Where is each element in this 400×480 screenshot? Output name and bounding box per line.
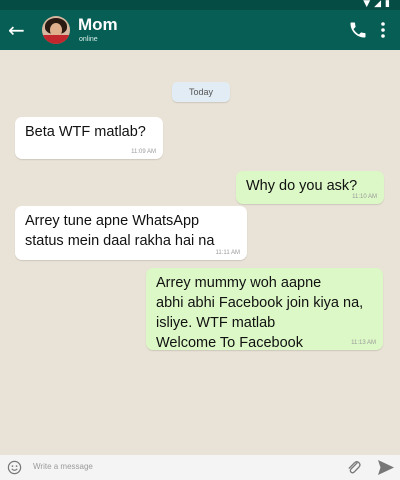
message-input-bar: Write a message: [0, 455, 400, 480]
message-text: Welcome To Facebook: [156, 335, 303, 351]
more-vertical-icon[interactable]: [377, 20, 389, 40]
message-bubble[interactable]: Beta WTF matlab? 11:09 AM: [15, 117, 163, 159]
status-bar: ▼◢▮: [0, 0, 400, 10]
contact-name[interactable]: Mom: [78, 15, 118, 35]
message-text: Beta WTF matlab?: [25, 124, 146, 140]
status-icons: ▼◢▮: [363, 0, 394, 9]
chat-header: ← Mom online: [0, 10, 400, 50]
message-text: status mein daal rakha hai na: [25, 233, 215, 249]
message-text: Arrey tune apne WhatsApp: [25, 213, 200, 229]
avatar[interactable]: [42, 16, 70, 44]
paperclip-icon[interactable]: [346, 459, 362, 476]
phone-icon[interactable]: [348, 20, 368, 40]
back-arrow-icon[interactable]: ←: [8, 20, 28, 40]
contact-status: online: [79, 36, 98, 43]
message-text: abhi abhi Facebook join kiya na,: [156, 295, 364, 311]
message-time: 11:09 AM: [131, 149, 156, 155]
send-icon[interactable]: [376, 458, 396, 477]
message-text: Why do you ask?: [246, 178, 358, 194]
message-text: Arrey mummy woh aapne: [156, 275, 322, 291]
date-chip: Today: [172, 82, 230, 102]
chat-area: Today Beta WTF matlab? 11:09 AM Why do y…: [0, 50, 400, 455]
message-bubble[interactable]: Arrey mummy woh aapne abhi abhi Facebook…: [146, 268, 383, 351]
message-time: 11:13 AM: [351, 340, 376, 346]
message-bubble[interactable]: Arrey tune apne WhatsApp status mein daa…: [15, 206, 247, 260]
message-text: isliye. WTF matlab: [156, 315, 276, 331]
message-time: 11:11 AM: [215, 250, 240, 256]
message-input[interactable]: Write a message: [33, 462, 93, 471]
emoji-icon[interactable]: [7, 460, 22, 475]
message-time: 11:10 AM: [352, 194, 377, 200]
message-bubble[interactable]: Why do you ask? 11:10 AM: [236, 171, 384, 204]
